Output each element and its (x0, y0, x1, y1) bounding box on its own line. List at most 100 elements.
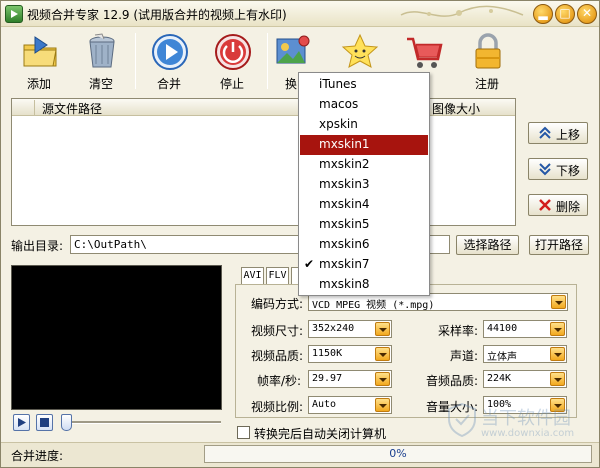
stop-button[interactable]: 停止 (204, 27, 260, 95)
menu-item-mxskin7[interactable]: ✔ mxskin7 (300, 255, 428, 275)
sample-rate-select[interactable]: 44100 (483, 320, 567, 338)
frame-rate-select[interactable]: 29.97 (308, 370, 392, 388)
channel-select[interactable]: 立体声 (483, 345, 567, 363)
star-smiley-icon (341, 33, 379, 68)
chevron-down-icon[interactable] (375, 322, 390, 336)
delete-button[interactable]: 删除 (528, 194, 588, 216)
menu-item-label: iTunes (319, 77, 357, 91)
skin-menu: iTunes macos xpskin mxskin1 mxskin2 mxsk… (298, 72, 430, 296)
menu-item-mxskin5[interactable]: mxskin5 (300, 215, 428, 235)
menu-item-label: mxskin7 (319, 257, 370, 271)
register-label: 注册 (474, 77, 499, 91)
frame-rate-label: 帧率/秒: (257, 374, 302, 388)
menu-item-xpskin[interactable]: xpskin (300, 115, 428, 135)
menu-item-label: mxskin4 (319, 197, 370, 211)
audio-quality-value: 224K (487, 373, 512, 384)
chevron-down-icon[interactable] (375, 398, 390, 412)
play-merge-icon (152, 34, 188, 70)
menu-item-itunes[interactable]: iTunes (300, 75, 428, 95)
menu-item-mxskin8[interactable]: mxskin8 (300, 275, 428, 295)
trash-bin-icon (89, 33, 115, 68)
merge-button[interactable]: 合并 (141, 27, 197, 95)
column-source-path[interactable]: 源文件路径 (42, 100, 102, 117)
seek-slider-thumb[interactable] (61, 414, 72, 431)
register-button[interactable]: 注册 (459, 27, 515, 95)
merge-progress-label: 合并进度: (11, 449, 64, 463)
merge-label: 合并 (156, 77, 181, 91)
video-size-select[interactable]: 352x240 (308, 320, 392, 338)
window-title: 视频合并专家 12.9 (试用版合并的视频上有水印) (27, 8, 287, 22)
stop-label: 停止 (219, 77, 244, 91)
delete-label: 删除 (556, 200, 581, 214)
tab-flv[interactable]: FLV (266, 267, 289, 284)
clear-button[interactable]: 清空 (73, 27, 129, 95)
aspect-ratio-label: 视频比例: (251, 400, 304, 414)
menu-item-label: mxskin8 (319, 277, 370, 291)
skin-palette-icon (276, 35, 310, 64)
menu-item-label: mxskin2 (319, 157, 370, 171)
channel-label: 声道: (450, 349, 479, 363)
menu-item-mxskin1[interactable]: mxskin1 (300, 135, 428, 155)
audio-quality-label: 音频品质: (426, 374, 479, 388)
menu-item-label: mxskin5 (319, 217, 370, 231)
stop-square-icon (40, 418, 49, 427)
chevron-down-icon[interactable] (375, 372, 390, 386)
choose-path-button[interactable]: 选择路径 (456, 235, 519, 255)
audio-quality-select[interactable]: 224K (483, 370, 567, 388)
red-x-icon (539, 199, 551, 211)
chevron-down-icon[interactable] (550, 372, 565, 386)
video-size-value: 352x240 (312, 323, 355, 334)
chevron-down-icon[interactable] (375, 347, 390, 361)
open-path-button[interactable]: 打开路径 (529, 235, 589, 255)
aspect-ratio-value: Auto (312, 399, 337, 410)
list-header: 源文件路径 图像大小 (12, 99, 515, 116)
ornament-decoration-icon (400, 5, 524, 17)
sample-rate-value: 44100 (487, 323, 518, 334)
maximize-button[interactable]: □ (555, 4, 575, 24)
auto-shutdown-label[interactable]: 转换完后自动关闭计算机 (254, 425, 386, 442)
site-watermark: 当下软件园 www.downxia.com (447, 403, 597, 443)
folder-add-icon (23, 36, 57, 67)
menu-item-mxskin2[interactable]: mxskin2 (300, 155, 428, 175)
aspect-ratio-select[interactable]: Auto (308, 396, 392, 414)
move-up-label: 上移 (556, 128, 581, 142)
video-quality-value: 1150K (312, 348, 343, 359)
auto-shutdown-checkbox[interactable] (237, 426, 250, 439)
title-bar[interactable]: 视频合并专家 12.9 (试用版合并的视频上有水印) ▂ □ ✕ (1, 1, 599, 27)
menu-item-label: macos (319, 97, 359, 111)
merge-progress-bar: 0% (204, 445, 592, 463)
stop-playback-button[interactable] (36, 414, 53, 431)
menu-item-mxskin6[interactable]: mxskin6 (300, 235, 428, 255)
tab-avi[interactable]: AVI (241, 267, 264, 284)
chevron-down-icon[interactable] (550, 347, 565, 361)
app-logo-icon (5, 5, 23, 23)
close-button[interactable]: ✕ (577, 4, 597, 24)
play-icon (18, 418, 26, 427)
chevron-down-icon[interactable] (551, 295, 566, 309)
play-button[interactable] (13, 414, 30, 431)
channel-value: 立体声 (487, 352, 517, 363)
column-divider (34, 100, 35, 115)
source-file-list[interactable]: 源文件路径 图像大小 (11, 98, 516, 226)
shield-logo-icon (448, 403, 476, 437)
double-chevron-down-icon (539, 163, 551, 176)
watermark-url: www.downxia.com (481, 428, 575, 439)
chevron-down-icon[interactable] (550, 322, 565, 336)
frame-rate-value: 29.97 (312, 373, 343, 384)
minimize-button[interactable]: ▂ (533, 4, 553, 24)
toolbar-divider (135, 33, 136, 89)
double-chevron-up-icon (539, 126, 551, 139)
shopping-cart-icon (407, 37, 443, 68)
menu-item-macos[interactable]: macos (300, 95, 428, 115)
video-quality-select[interactable]: 1150K (308, 345, 392, 363)
seek-track[interactable] (61, 421, 221, 424)
add-button[interactable]: 添加 (11, 27, 67, 95)
menu-item-label: mxskin1 (319, 137, 370, 151)
move-up-button[interactable]: 上移 (528, 122, 588, 144)
menu-item-mxskin4[interactable]: mxskin4 (300, 195, 428, 215)
app-window: 视频合并专家 12.9 (试用版合并的视频上有水印) ▂ □ ✕ 添加 清空 合… (0, 0, 600, 468)
menu-item-mxskin3[interactable]: mxskin3 (300, 175, 428, 195)
column-image-size[interactable]: 图像大小 (432, 100, 480, 117)
menu-item-label: mxskin6 (319, 237, 370, 251)
move-down-button[interactable]: 下移 (528, 158, 588, 180)
